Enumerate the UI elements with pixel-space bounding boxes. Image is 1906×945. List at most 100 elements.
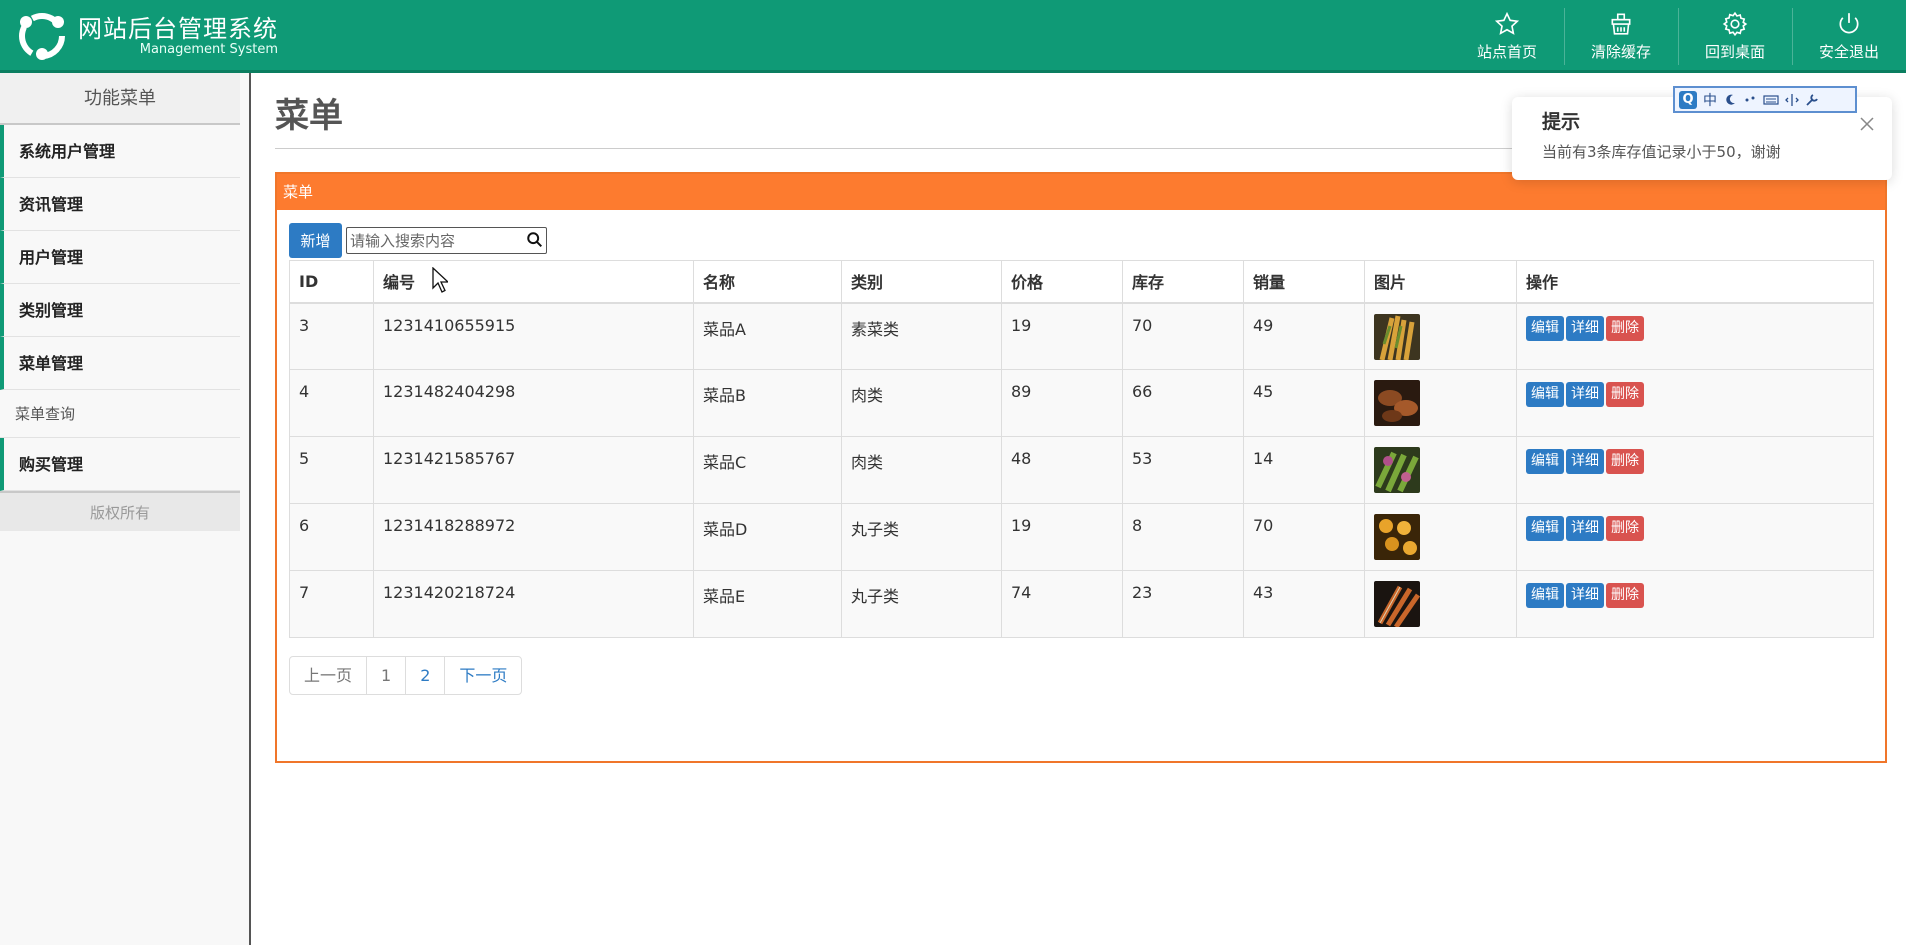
cell-category: 肉类 <box>841 369 1002 437</box>
cell-actions: 编辑 详细 删除 <box>1516 570 1874 638</box>
moon-icon[interactable] <box>1723 93 1737 107</box>
cell-actions: 编辑 详细 删除 <box>1516 436 1874 504</box>
edit-button[interactable]: 编辑 <box>1526 516 1564 541</box>
close-icon[interactable] <box>1860 117 1874 131</box>
cell-id: 7 <box>289 570 374 638</box>
nav-site-home[interactable]: 站点首页 <box>1450 0 1564 73</box>
cell-code: 1231482404298 <box>373 369 694 437</box>
brand-title: 网站后台管理系统 <box>78 15 278 43</box>
nav-clear-cache[interactable]: 清除缓存 <box>1564 0 1678 73</box>
sidebar-heading: 功能菜单 <box>0 73 240 125</box>
page-button-1[interactable]: 1 <box>366 657 405 694</box>
delete-button[interactable]: 删除 <box>1606 583 1644 608</box>
toast-message: 当前有3条库存值记录小于50，谢谢 <box>1542 143 1781 161</box>
cell-id: 3 <box>289 302 374 370</box>
cell-price: 89 <box>1001 369 1123 437</box>
cell-code: 1231420218724 <box>373 570 694 638</box>
nav-logout[interactable]: 安全退出 <box>1792 0 1906 73</box>
cell-name: 菜品B <box>693 369 842 437</box>
edit-button[interactable]: 编辑 <box>1526 583 1564 608</box>
cell-id: 4 <box>289 369 374 437</box>
detail-button[interactable]: 详细 <box>1566 315 1604 341</box>
logo-icon <box>19 13 65 60</box>
col-category: 类别 <box>841 260 1002 304</box>
toolbar: 新增 <box>289 223 547 258</box>
cell-actions: 编辑 详细 删除 <box>1516 503 1874 571</box>
cell-code: 1231418288972 <box>373 503 694 571</box>
col-sales: 销量 <box>1243 260 1365 304</box>
prev-page-button[interactable]: 上一页 <box>290 657 366 694</box>
sidebar-item-categories[interactable]: 类别管理 <box>0 284 240 337</box>
gear-icon <box>1722 11 1748 37</box>
col-code: 编号 <box>373 260 694 304</box>
cell-sales: 14 <box>1243 436 1365 504</box>
cell-image <box>1364 436 1517 504</box>
sidebar-item-menu[interactable]: 菜单管理 <box>0 337 240 390</box>
search-icon[interactable] <box>526 231 544 249</box>
detail-button[interactable]: 详细 <box>1566 516 1604 541</box>
cell-id: 6 <box>289 503 374 571</box>
nav-label: 安全退出 <box>1818 43 1879 61</box>
cell-stock: 8 <box>1122 503 1244 571</box>
cell-image <box>1364 302 1517 370</box>
cell-category: 素菜类 <box>841 302 1002 370</box>
cell-stock: 70 <box>1122 302 1244 370</box>
table-row: 7 1231420218724 菜品E 丸子类 74 23 43 编辑 详细 删除 <box>289 570 1874 638</box>
detail-button[interactable]: 详细 <box>1566 449 1604 474</box>
edit-button[interactable]: 编辑 <box>1526 315 1564 341</box>
nav-back-desktop[interactable]: 回到桌面 <box>1678 0 1792 73</box>
add-button[interactable]: 新增 <box>289 223 342 258</box>
cell-category: 肉类 <box>841 436 1002 504</box>
cell-image <box>1364 369 1517 437</box>
cell-name: 菜品C <box>693 436 842 504</box>
delete-button[interactable]: 删除 <box>1606 315 1644 341</box>
detail-button[interactable]: 详细 <box>1566 382 1604 407</box>
pagination: 上一页 1 2 下一页 <box>289 656 523 695</box>
keyboard-icon[interactable] <box>1763 93 1779 107</box>
delete-button[interactable]: 删除 <box>1606 516 1644 541</box>
menu-panel: 菜单 新增 ID 编号 名称 类别 价格 库存 销量 图片 操作 3 12 <box>275 172 1887 763</box>
table-row: 4 1231482404298 菜品B 肉类 89 66 45 编辑 详细 删除 <box>289 369 1874 437</box>
sidebar-item-system-users[interactable]: 系统用户管理 <box>0 125 240 178</box>
nav-label: 清除缓存 <box>1590 43 1651 61</box>
detail-button[interactable]: 详细 <box>1566 583 1604 608</box>
cell-price: 74 <box>1001 570 1123 638</box>
ime-language-toggle[interactable]: 中 <box>1703 90 1717 110</box>
sidebar-item-purchases[interactable]: 购买管理 <box>0 438 240 491</box>
col-image: 图片 <box>1364 260 1517 304</box>
delete-button[interactable]: 删除 <box>1606 449 1644 474</box>
search-input[interactable] <box>347 228 517 253</box>
ime-logo-icon[interactable]: Q <box>1679 90 1697 109</box>
col-id: ID <box>289 260 374 304</box>
cell-price: 19 <box>1001 302 1123 370</box>
basket-icon <box>1611 13 1631 35</box>
sidebar-subitem-menu-query[interactable]: 菜单查询 <box>0 390 240 438</box>
cell-name: 菜品E <box>693 570 842 638</box>
edit-button[interactable]: 编辑 <box>1526 449 1564 474</box>
punctuation-icon[interactable] <box>1743 93 1757 107</box>
ime-toolbar: Q 中 <box>1673 86 1857 113</box>
col-name: 名称 <box>693 260 842 304</box>
cell-name: 菜品A <box>693 302 842 370</box>
edit-button[interactable]: 编辑 <box>1526 382 1564 407</box>
next-page-button[interactable]: 下一页 <box>444 657 521 694</box>
food-thumbnail <box>1374 447 1420 493</box>
page-title: 菜单 <box>275 96 343 136</box>
nav-label: 站点首页 <box>1476 43 1537 61</box>
cell-price: 48 <box>1001 436 1123 504</box>
cell-price: 19 <box>1001 503 1123 571</box>
col-actions: 操作 <box>1516 260 1874 304</box>
delete-button[interactable]: 删除 <box>1606 382 1644 407</box>
mouse-cursor-icon <box>432 267 448 293</box>
page-button-2[interactable]: 2 <box>405 657 444 694</box>
sidebar-footer: 版权所有 <box>0 491 240 531</box>
sidebar-item-news[interactable]: 资讯管理 <box>0 178 240 231</box>
wrench-icon[interactable] <box>1805 93 1819 107</box>
split-icon[interactable] <box>1785 93 1799 107</box>
cell-stock: 23 <box>1122 570 1244 638</box>
sidebar-item-users[interactable]: 用户管理 <box>0 231 240 284</box>
power-icon <box>1839 13 1859 34</box>
cell-sales: 70 <box>1243 503 1365 571</box>
cell-actions: 编辑 详细 删除 <box>1516 302 1874 370</box>
nav-label: 回到桌面 <box>1704 43 1765 61</box>
